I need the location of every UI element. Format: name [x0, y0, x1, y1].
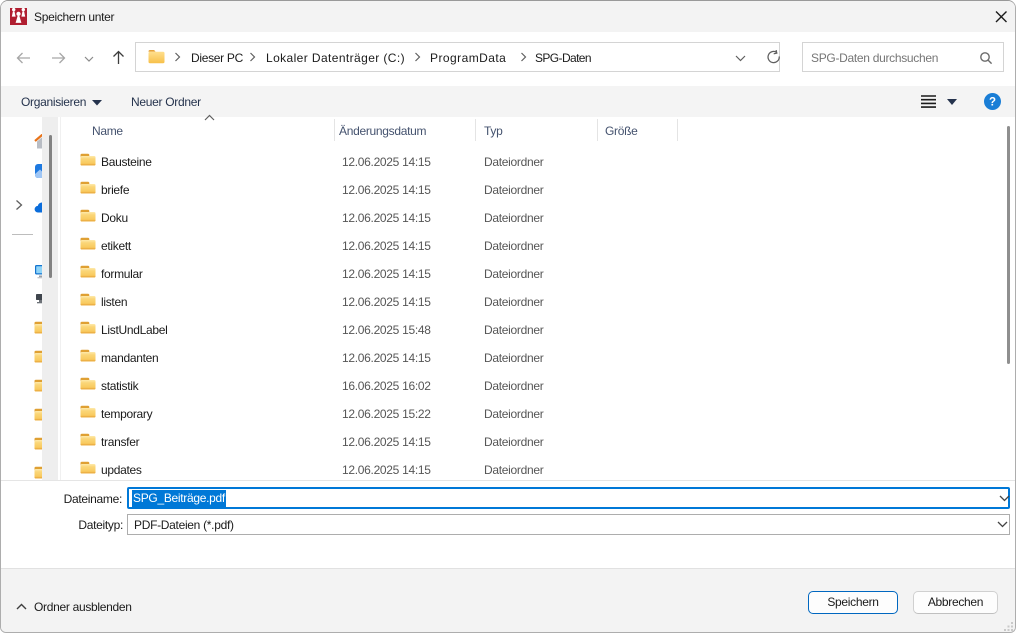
- svg-text:?: ?: [989, 97, 996, 109]
